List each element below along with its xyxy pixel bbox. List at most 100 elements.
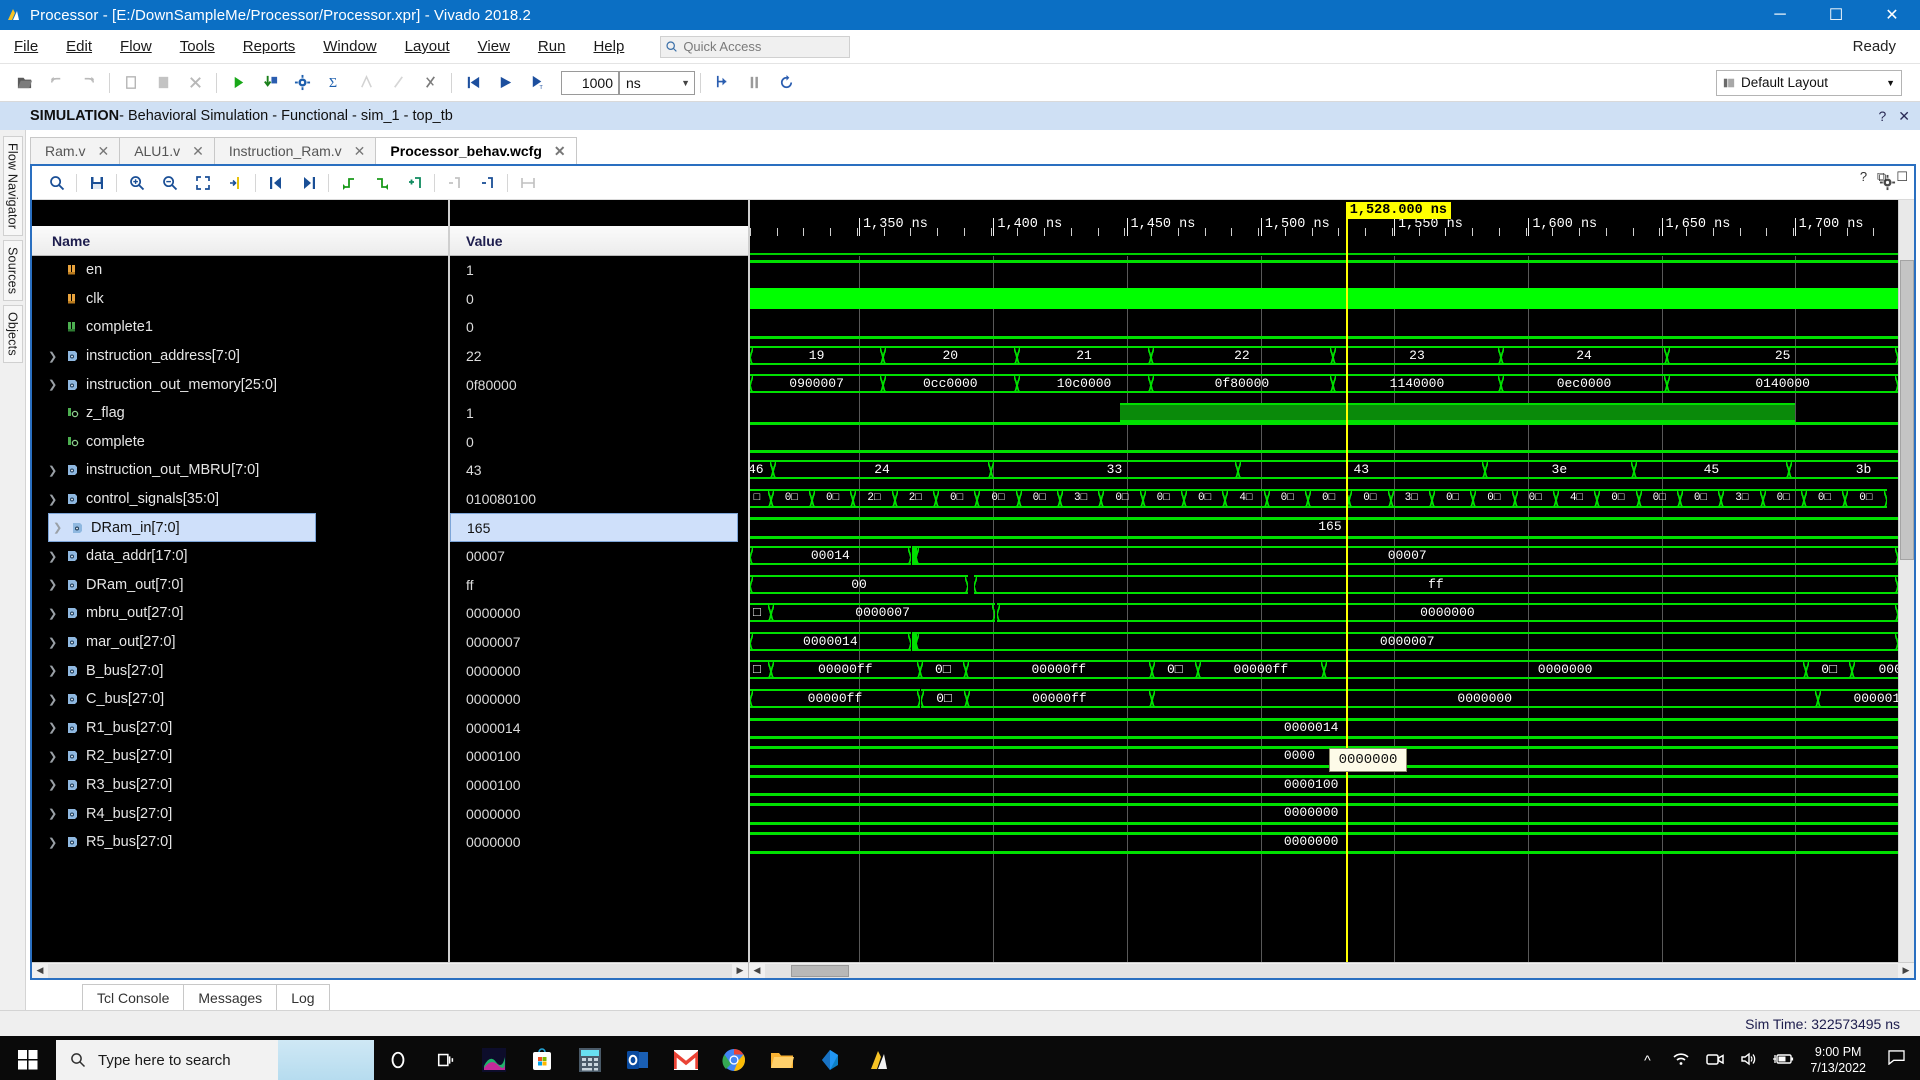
signal-value-cell[interactable]: 1 [450, 256, 748, 285]
tab-ram-v[interactable]: Ram.v ✕ [30, 137, 121, 164]
signal-row-instruction_address70[interactable]: ❯ instruction_address[7:0] [32, 342, 448, 371]
quick-access-input[interactable]: Quick Access [660, 35, 851, 58]
run-simulation-icon[interactable] [222, 68, 254, 98]
signal-value-cell[interactable]: 1 [450, 399, 748, 428]
waveform-row[interactable]: □00000ff0□00000ff0□00000ff00000000□00000 [750, 656, 1898, 685]
relaunch-icon[interactable] [770, 68, 802, 98]
app-photos-icon[interactable] [470, 1036, 518, 1080]
signal-value-cell[interactable]: 165 [450, 513, 738, 542]
signal-value-cell[interactable]: 0 [450, 285, 748, 314]
signal-value-cell[interactable]: 0000000 [450, 828, 748, 857]
signal-row-z_flag[interactable]: z_flag [32, 399, 448, 428]
previous-transition-icon[interactable] [259, 169, 292, 197]
signal-value-cell[interactable]: 0000014 [450, 714, 748, 743]
signal-value-cell[interactable]: ff [450, 571, 748, 600]
signal-row-b_bus270[interactable]: ❯ B_bus[27:0] [32, 656, 448, 685]
layout-select[interactable]: Default Layout ▼ [1716, 69, 1902, 96]
expand-chevron-icon[interactable]: ❯ [48, 578, 62, 591]
menu-item-layout[interactable]: Layout [391, 35, 464, 58]
expand-chevron-icon[interactable]: ❯ [48, 807, 62, 820]
next-marker-icon[interactable] [471, 169, 504, 197]
tab-instruction-ram-v[interactable]: Instruction_Ram.v ✕ [213, 137, 377, 164]
signal-value-cell[interactable]: 0000007 [450, 628, 748, 657]
save-waveform-icon[interactable] [80, 169, 113, 197]
next-transition-icon[interactable] [292, 169, 325, 197]
waveform-vertical-scrollbar[interactable] [1898, 200, 1914, 962]
time-unit-select[interactable]: ns ▼ [619, 70, 695, 95]
menu-item-edit[interactable]: Edit [52, 35, 106, 58]
signal-value-cell[interactable]: 0000000 [450, 656, 748, 685]
waveform-row[interactable] [750, 399, 1898, 428]
expand-chevron-icon[interactable]: ❯ [48, 636, 62, 649]
waveform-row[interactable]: 462433433e453b05 [750, 456, 1898, 485]
network-wifi-icon[interactable] [1666, 1051, 1696, 1070]
signal-row-mar_out270[interactable]: ❯ mar_out[27:0] [32, 628, 448, 657]
name-value-hscrollbar[interactable]: ◀ ▶ [32, 962, 748, 978]
scroll-right-icon[interactable]: ▶ [1898, 965, 1914, 976]
scroll-left-icon[interactable]: ◀ [749, 965, 765, 976]
expand-chevron-icon[interactable]: ❯ [48, 464, 62, 477]
signal-value-cell[interactable]: 0000000 [450, 799, 748, 828]
signal-row-r5_bus270[interactable]: ❯ R5_bus[27:0] [32, 828, 448, 857]
close-button[interactable]: ✕ [1864, 0, 1920, 30]
tab-messages[interactable]: Messages [183, 984, 278, 1010]
waveform-row[interactable]: 0000 [750, 742, 1898, 771]
signal-row-r1_bus270[interactable]: ❯ R1_bus[27:0] [32, 714, 448, 743]
app-gmail-icon[interactable] [662, 1036, 710, 1080]
redo-icon[interactable] [72, 68, 104, 98]
float-icon[interactable]: ⧉ [1877, 169, 1886, 185]
taskbar-search-input[interactable]: Type here to search [56, 1040, 374, 1080]
help-icon[interactable]: ? [1878, 108, 1886, 125]
help-icon[interactable]: ? [1860, 169, 1867, 185]
expand-chevron-icon[interactable]: ❯ [48, 721, 62, 734]
task-view-icon[interactable] [422, 1036, 470, 1080]
signal-row-instruction_out_memory250[interactable]: ❯ instruction_out_memory[25:0] [32, 370, 448, 399]
signal-row-data_addr170[interactable]: ❯ data_addr[17:0] [32, 542, 448, 571]
menu-item-tools[interactable]: Tools [166, 35, 229, 58]
tab-alu1-v[interactable]: ALU1.v ✕ [119, 137, 215, 164]
expand-chevron-icon[interactable]: ❯ [48, 550, 62, 563]
waveform-hscrollbar[interactable]: ◀ ▶ [748, 962, 1914, 978]
signal-row-en[interactable]: en [32, 256, 448, 285]
signal-value-cell[interactable]: 0000100 [450, 742, 748, 771]
menu-item-help[interactable]: Help [579, 35, 638, 58]
expand-chevron-icon[interactable]: ❯ [48, 493, 62, 506]
find-icon[interactable] [40, 169, 73, 197]
minimize-button[interactable]: ─ [1752, 0, 1808, 30]
waveform-row[interactable]: □ 0□ 0□ 2□ 2□ 0□ 0□ 0□ 3□ 0□ 0□ 0□ 4□ 0□ 0□ 0□ 3□ 0□ 0□ 0□ 4… [750, 485, 1898, 514]
restart-simulation-icon[interactable] [254, 68, 286, 98]
sidebar-item-flow-navigator[interactable]: Flow Navigator [2, 136, 23, 237]
scroll-left-icon[interactable]: ◀ [32, 965, 48, 976]
waveform-row[interactable]: 00014 00007 [750, 542, 1898, 571]
copy-icon[interactable] [115, 68, 147, 98]
settings-gear-icon[interactable] [286, 68, 318, 98]
tab-close-icon[interactable]: ✕ [97, 143, 109, 160]
waveform-row[interactable]: 00000ff0□00000ff00000000000015 [750, 685, 1898, 714]
run-time-input[interactable]: 1000 [561, 70, 619, 95]
scrollbar-thumb[interactable] [791, 964, 849, 977]
signal-value-cell[interactable]: 0000000 [450, 685, 748, 714]
expand-chevron-icon[interactable]: ❯ [48, 350, 62, 363]
notification-center-icon[interactable] [1878, 1050, 1914, 1070]
close-icon[interactable]: ✕ [1898, 108, 1910, 125]
maximize-icon[interactable]: ☐ [1896, 169, 1908, 185]
scrollbar-thumb[interactable] [1900, 260, 1914, 560]
delete-icon[interactable] [179, 68, 211, 98]
waveform-row[interactable]: □ 0000007 0000000 [750, 599, 1898, 628]
scroll-track[interactable] [48, 963, 732, 978]
app-chrome-icon[interactable] [710, 1036, 758, 1080]
signal-value-cell[interactable]: 0f80000 [450, 370, 748, 399]
tab-close-icon[interactable]: ✕ [192, 143, 204, 160]
volume-icon[interactable] [1734, 1052, 1764, 1069]
signal-row-c_bus270[interactable]: ❯ C_bus[27:0] [32, 685, 448, 714]
waveform-row[interactable]: 19 20 21 22 23 24 25 [750, 342, 1898, 371]
tab-close-icon[interactable]: ✕ [554, 143, 566, 160]
cortana-icon[interactable] [374, 1036, 422, 1080]
camera-icon[interactable] [1700, 1052, 1730, 1069]
signal-value-cell[interactable]: 00007 [450, 542, 748, 571]
sidebar-item-sources[interactable]: Sources [2, 240, 23, 302]
paste-icon[interactable] [147, 68, 179, 98]
signal-row-complete1[interactable]: complete1 [32, 313, 448, 342]
app-calculator-icon[interactable] [566, 1036, 614, 1080]
zoom-in-icon[interactable] [120, 169, 153, 197]
